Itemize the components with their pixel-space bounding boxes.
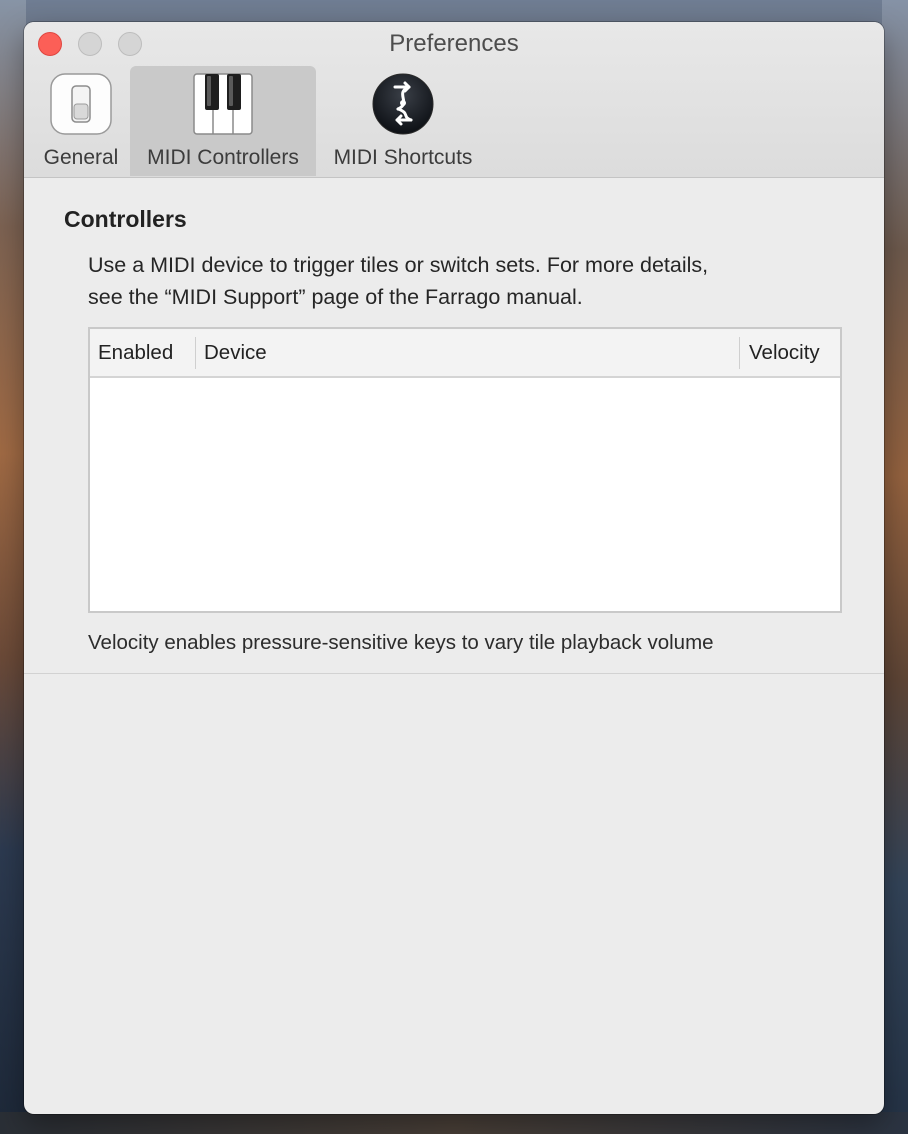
midi-shortcut-icon: [371, 72, 435, 136]
column-header-device[interactable]: Device: [196, 336, 740, 369]
tab-midi-controllers-label: MIDI Controllers: [147, 146, 299, 169]
tab-general-label: General: [43, 146, 119, 169]
tab-midi-shortcuts-label: MIDI Shortcuts: [333, 146, 473, 169]
desktop-background-right: [882, 0, 908, 1134]
table-header: Enabled Device Velocity: [90, 329, 840, 378]
desktop-background-left: [0, 0, 26, 1134]
midi-devices-table[interactable]: Enabled Device Velocity: [88, 327, 842, 613]
desktop-background-bottom: [0, 1112, 908, 1134]
tab-midi-shortcuts[interactable]: MIDI Shortcuts: [316, 66, 490, 176]
velocity-footnote: Velocity enables pressure-sensitive keys…: [88, 631, 714, 654]
piano-keys-icon: [191, 72, 255, 136]
title-bar: Preferences General MIDI Controllers MID…: [24, 22, 884, 178]
tab-general[interactable]: General: [32, 66, 130, 176]
controllers-pane: Controllers Use a MIDI device to trigger…: [24, 178, 884, 674]
description-line-1: Use a MIDI device to trigger tiles or sw…: [88, 253, 709, 277]
window-title: Preferences: [389, 30, 519, 57]
description: Use a MIDI device to trigger tiles or sw…: [88, 249, 844, 313]
toggle-switch-icon: [49, 72, 113, 136]
section-title: Controllers: [64, 206, 187, 232]
tab-midi-controllers[interactable]: MIDI Controllers: [130, 66, 316, 176]
table-body[interactable]: [90, 378, 840, 611]
preferences-window: Preferences General MIDI Controllers MID…: [24, 22, 884, 1114]
column-header-enabled[interactable]: Enabled: [90, 336, 196, 369]
preferences-toolbar: General MIDI Controllers MIDI Shortcuts: [32, 66, 490, 176]
description-line-2: see the “MIDI Support” page of the Farra…: [88, 285, 583, 309]
column-header-velocity[interactable]: Velocity: [740, 337, 840, 369]
